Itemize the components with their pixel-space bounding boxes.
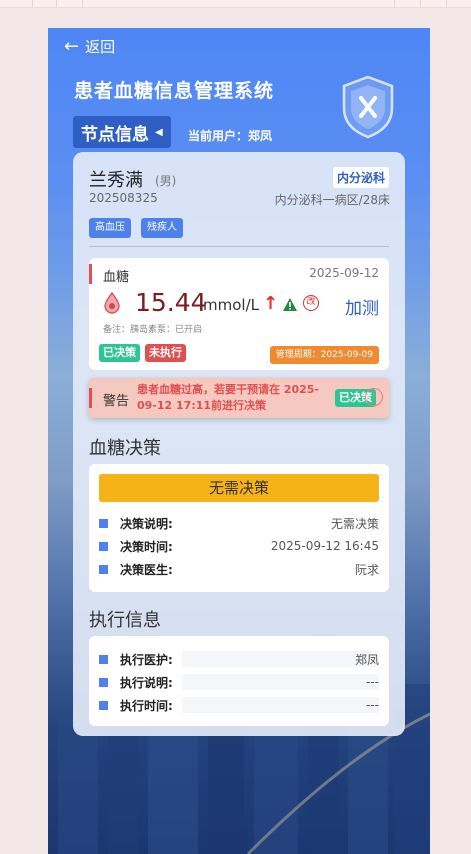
alert-message: 患者血糖过高，若要干预请在 2025-09-12 17:11前进行决策 bbox=[137, 383, 320, 412]
alert-label: 警告 bbox=[103, 394, 130, 409]
patient-id: 202508325 bbox=[89, 191, 158, 205]
warning-triangle-icon bbox=[283, 298, 297, 311]
bullet-square-icon bbox=[99, 654, 108, 664]
modify-icon[interactable]: 改 bbox=[303, 295, 319, 311]
back-label: 返回 bbox=[85, 38, 116, 56]
page-title: 患者血糖信息管理系统 bbox=[74, 80, 275, 102]
row-key: 执行医护: bbox=[120, 652, 173, 667]
glucose-date: 2025-09-12 bbox=[309, 266, 379, 280]
row-value: --- bbox=[366, 698, 379, 712]
current-user: 当前用户：郑凤 bbox=[188, 129, 273, 143]
row-value: --- bbox=[366, 675, 379, 689]
row-key: 决策说明: bbox=[120, 516, 173, 531]
bullet-square-icon bbox=[99, 518, 108, 528]
execution-row: 执行医护: 郑凤 bbox=[99, 650, 379, 668]
patient-panel: 兰秀满 (男) 202508325 内分泌科 内分泌科一病区/28床 高血压 残… bbox=[73, 152, 405, 736]
execution-box: 执行医护: 郑凤 执行说明: --- 执行时间: --- bbox=[89, 636, 389, 726]
top-strip bbox=[0, 0, 471, 8]
decision-section-title: 血糖决策 bbox=[89, 438, 161, 459]
patient-gender: (男) bbox=[155, 174, 177, 188]
tag-hypertension: 高血压 bbox=[89, 218, 131, 238]
accent-bar bbox=[89, 388, 92, 408]
glucose-card[interactable]: 血糖 2025-09-12 15.44 mmol/L ↑ 改 加测 备注：胰岛素… bbox=[89, 258, 389, 370]
tag-disabled: 残疾人 bbox=[141, 218, 183, 238]
trend-up-icon: ↑ bbox=[263, 293, 279, 314]
bullet-square-icon bbox=[99, 541, 108, 551]
row-key: 执行说明: bbox=[120, 675, 173, 690]
department-badge: 内分泌科 bbox=[332, 167, 389, 188]
warning-alert[interactable]: 警告 患者血糖过高，若要干预请在 2025-09-12 17:11前进行决策 已… bbox=[89, 378, 389, 418]
execution-section-title: 执行信息 bbox=[89, 610, 161, 631]
decision-row: 决策时间: 2025-09-12 16:45 bbox=[99, 537, 379, 555]
glucose-label: 血糖 bbox=[103, 270, 130, 285]
row-value: 无需决策 bbox=[330, 516, 379, 531]
glucose-note: 备注：胰岛素泵：已开启 bbox=[103, 325, 203, 335]
app-screen: ← 返回 患者血糖信息管理系统 节点信息 ◀ 当前用户：郑凤 兰秀满 (男) 2… bbox=[48, 28, 430, 854]
row-value-field: --- bbox=[182, 674, 379, 690]
execution-row: 执行说明: --- bbox=[99, 673, 379, 691]
back-arrow-icon: ← bbox=[64, 35, 80, 57]
decision-result-button[interactable]: 无需决策 bbox=[99, 474, 379, 502]
bullet-square-icon bbox=[99, 564, 108, 574]
row-value: 阮求 bbox=[354, 562, 379, 577]
status-decided-badge: 已决策 bbox=[99, 344, 140, 362]
row-value: 郑凤 bbox=[354, 652, 379, 667]
patient-name: 兰秀满 bbox=[89, 170, 143, 191]
bullet-square-icon bbox=[99, 700, 108, 710]
row-value-field: 郑凤 bbox=[182, 651, 379, 667]
glucose-unit: mmol/L bbox=[203, 296, 259, 314]
shield-icon bbox=[342, 75, 394, 139]
row-key: 决策医生: bbox=[120, 562, 173, 577]
row-value-field: --- bbox=[182, 697, 379, 713]
patient-ward: 内分泌科一病区/28床 bbox=[274, 193, 390, 207]
decision-row: 决策说明: 无需决策 bbox=[99, 514, 379, 532]
accent-bar bbox=[89, 264, 92, 284]
bullet-square-icon bbox=[99, 677, 108, 687]
blood-drop-icon bbox=[104, 292, 120, 314]
decision-box: 无需决策 决策说明: 无需决策 决策时间: 2025-09-12 16:45 决… bbox=[89, 464, 389, 592]
glucose-value: 15.44 bbox=[135, 288, 207, 317]
node-info-dropdown[interactable]: 节点信息 ◀ bbox=[73, 116, 171, 148]
caret-left-icon: ◀ bbox=[155, 126, 163, 138]
row-key: 执行时间: bbox=[120, 698, 173, 713]
add-measure-button[interactable]: 加测 bbox=[345, 294, 379, 319]
row-key: 决策时间: bbox=[120, 539, 173, 554]
row-value: 2025-09-12 16:45 bbox=[270, 539, 379, 553]
management-period-badge: 管理周期：2025-09-09 bbox=[269, 346, 379, 364]
execution-row: 执行时间: --- bbox=[99, 696, 379, 714]
divider bbox=[89, 246, 389, 247]
status-unexecuted-badge: 未执行 bbox=[145, 344, 186, 362]
node-info-label: 节点信息 bbox=[81, 124, 149, 145]
alert-info-icon[interactable]: ! bbox=[365, 388, 383, 406]
decision-row: 决策医生: 阮求 bbox=[99, 560, 379, 578]
back-button[interactable]: ← 返回 bbox=[64, 36, 115, 57]
